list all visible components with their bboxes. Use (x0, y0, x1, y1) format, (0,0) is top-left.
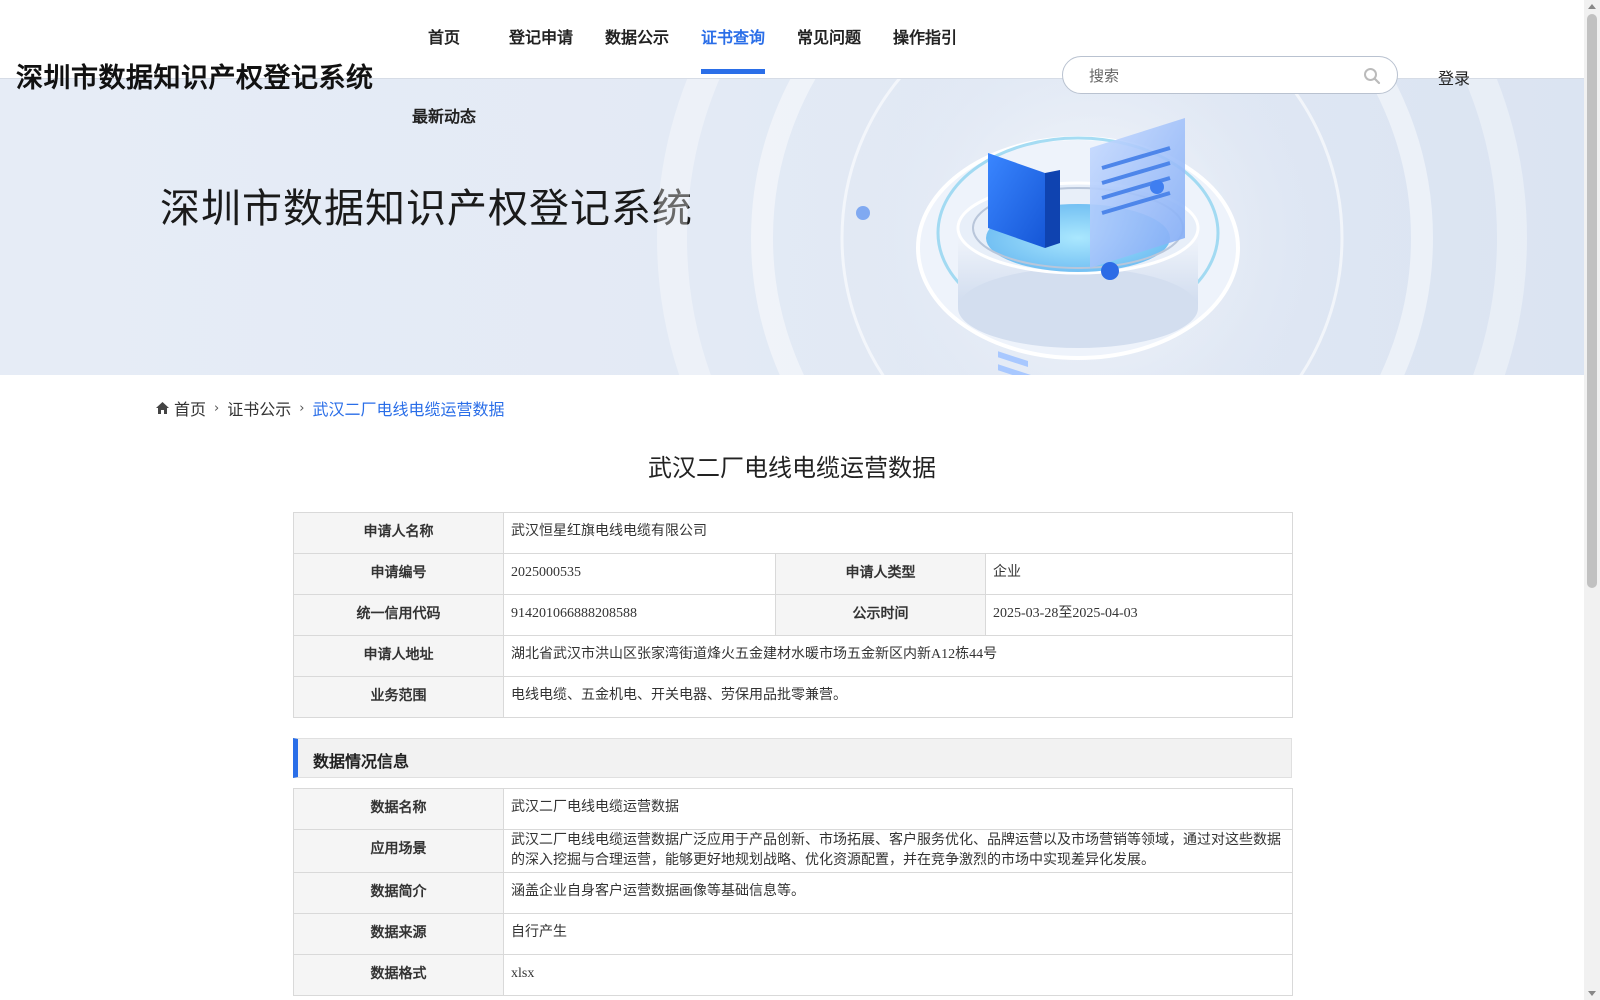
data-info-table: 数据名称 武汉二厂电线电缆运营数据 应用场景 武汉二厂电线电缆运营数据广泛应用于… (293, 788, 1293, 996)
nav-latest-news[interactable]: 最新动态 (412, 103, 476, 127)
table-row: 应用场景 武汉二厂电线电缆运营数据广泛应用于产品创新、市场拓展、客户服务优化、品… (293, 829, 1293, 873)
nav-data-publicity[interactable]: 数据公示 (605, 24, 669, 74)
applicant-address-label: 申请人地址 (293, 635, 504, 677)
breadcrumb-home[interactable]: 首页 (174, 396, 206, 420)
nav-home[interactable]: 首页 (428, 24, 460, 74)
scroll-down-icon[interactable] (1588, 991, 1596, 996)
nav-faq[interactable]: 常见问题 (797, 24, 861, 74)
table-row: 业务范围 电线电缆、五金机电、开关电器、劳保用品批零兼营。 (293, 676, 1294, 718)
top-header: 深圳市数据知识产权登记系统 首页 登记申请 数据公示 证书查询 常见问题 操作指… (0, 0, 1584, 94)
breadcrumb-certificate-publicity[interactable]: 证书公示 (227, 396, 291, 420)
data-source-value: 自行产生 (503, 913, 1293, 955)
publicity-time-value: 2025-03-28至2025-04-03 (984, 594, 1294, 636)
page-scrollbar[interactable] (1584, 0, 1600, 1000)
table-row: 数据格式 xlsx (293, 954, 1293, 996)
applicant-name-label: 申请人名称 (293, 512, 504, 554)
search-icon[interactable] (1363, 67, 1381, 85)
scroll-up-icon[interactable] (1588, 4, 1596, 9)
applicant-type-label: 申请人类型 (775, 553, 986, 595)
data-info-section-header: 数据情况信息 (293, 738, 1292, 778)
page-title: 武汉二厂电线电缆运营数据 (648, 454, 936, 482)
data-source-label: 数据来源 (293, 913, 504, 955)
home-icon (156, 402, 169, 414)
table-row: 申请人地址 湖北省武汉市洪山区张家湾街道烽火五金建材水暖市场五金新区内新A12栋… (293, 635, 1294, 677)
table-row: 数据简介 涵盖企业自身客户运营数据画像等基础信息等。 (293, 872, 1293, 914)
applicant-type-value: 企业 (984, 553, 1294, 595)
credit-code-value: 914201066888208588 (503, 594, 776, 636)
applicant-info-table: 申请人名称 武汉恒星红旗电线电缆有限公司 申请编号 2025000535 申请人… (293, 512, 1294, 718)
table-row: 申请编号 2025000535 申请人类型 企业 (293, 553, 1294, 595)
banner-illustration (657, 78, 1527, 375)
breadcrumb-current: 武汉二厂电线电缆运营数据 (312, 400, 505, 419)
search-box (1062, 56, 1398, 94)
table-row: 统一信用代码 914201066888208588 公示时间 2025-03-2… (293, 594, 1294, 636)
section-title: 数据情况信息 (313, 752, 410, 771)
data-intro-label: 数据简介 (293, 872, 504, 914)
data-name-value: 武汉二厂电线电缆运营数据 (503, 788, 1293, 830)
business-scope-label: 业务范围 (293, 676, 504, 718)
business-scope-value: 电线电缆、五金机电、开关电器、劳保用品批零兼营。 (502, 676, 1294, 718)
application-number-value: 2025000535 (503, 553, 776, 595)
data-name-label: 数据名称 (293, 788, 504, 830)
login-link[interactable]: 登录 (1438, 65, 1470, 89)
table-row: 数据来源 自行产生 (293, 913, 1293, 955)
data-format-value: xlsx (503, 954, 1293, 996)
chevron-right-icon: › (214, 400, 220, 416)
applicant-address-value: 湖北省武汉市洪山区张家湾街道烽火五金建材水暖市场五金新区内新A12栋44号 (502, 635, 1294, 677)
search-input[interactable] (1087, 63, 1351, 89)
data-format-label: 数据格式 (293, 954, 504, 996)
nav-certificate-query[interactable]: 证书查询 (701, 24, 766, 74)
application-scene-label: 应用场景 (293, 829, 504, 873)
breadcrumb: 首页 › 证书公示 › 武汉二厂电线电缆运营数据 (155, 396, 504, 420)
publicity-time-label: 公示时间 (775, 594, 986, 636)
scrollbar-thumb[interactable] (1587, 14, 1597, 588)
data-intro-value: 涵盖企业自身客户运营数据画像等基础信息等。 (503, 872, 1293, 914)
application-number-label: 申请编号 (293, 553, 504, 595)
credit-code-label: 统一信用代码 (293, 594, 504, 636)
application-scene-value: 武汉二厂电线电缆运营数据广泛应用于产品创新、市场拓展、客户服务优化、品牌运营以及… (503, 829, 1293, 873)
applicant-name-value: 武汉恒星红旗电线电缆有限公司 (502, 512, 1294, 554)
hero-banner: 深圳市数据知识产权登记系统 (0, 78, 1584, 375)
nav-guide[interactable]: 操作指引 (893, 24, 957, 74)
chevron-right-icon: › (299, 400, 305, 416)
table-row: 申请人名称 武汉恒星红旗电线电缆有限公司 (293, 512, 1294, 554)
table-row: 数据名称 武汉二厂电线电缆运营数据 (293, 788, 1293, 830)
nav-register-apply[interactable]: 登记申请 (509, 24, 573, 74)
site-title: 深圳市数据知识产权登记系统 (16, 63, 374, 94)
